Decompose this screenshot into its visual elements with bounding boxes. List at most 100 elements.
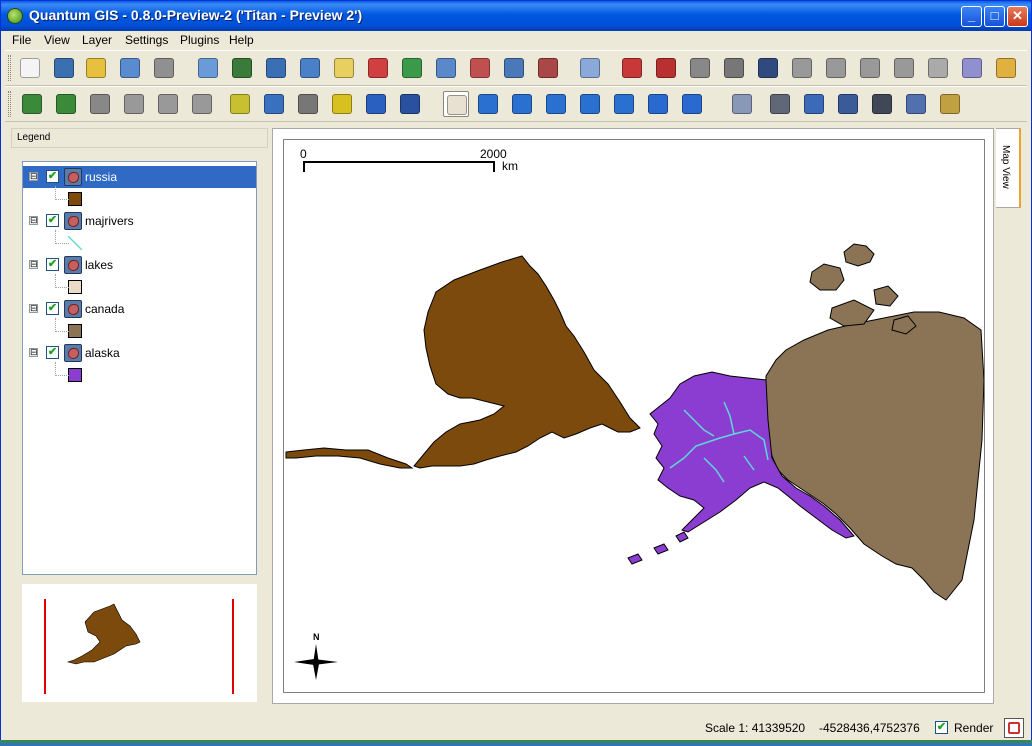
title-bar[interactable]: Quantum GIS - 0.8.0-Preview-2 ('Titan - … (1, 1, 1031, 31)
new-project-button[interactable] (17, 55, 43, 81)
back-icon (648, 94, 668, 114)
move-feature-button[interactable] (755, 55, 781, 81)
tab-map-view[interactable]: Map View (996, 128, 1021, 208)
print-button[interactable] (151, 55, 177, 81)
refresh-button[interactable] (679, 91, 705, 117)
legend-layer-canada[interactable]: ⊟ ✔ canada (23, 298, 256, 320)
legend-layer-russia[interactable]: ⊟ ✔ russia (23, 166, 256, 188)
layer-visibility-checkbox[interactable]: ✔ (46, 170, 59, 183)
digitize-line-button[interactable] (653, 55, 679, 81)
hide-all-button[interactable] (535, 55, 561, 81)
plugin-scalebar-button[interactable] (155, 91, 181, 117)
plugin-delimited-button[interactable] (227, 91, 253, 117)
user-group-button[interactable] (937, 91, 963, 117)
north-arrow-button[interactable] (363, 91, 389, 117)
maximize-button[interactable]: □ (984, 6, 1005, 27)
add-raster-button[interactable] (195, 55, 221, 81)
layer-star-button[interactable] (433, 55, 459, 81)
plugin-copyright-button[interactable] (121, 91, 147, 117)
map-view-tab-label: Map View (1000, 145, 1011, 189)
map-tips-button[interactable] (869, 91, 895, 117)
plugin-graticule-button[interactable] (329, 91, 355, 117)
new-vector-button[interactable] (331, 55, 357, 81)
add-raster-alt-button[interactable] (229, 55, 255, 81)
expand-toggle[interactable]: ⊟ (29, 348, 38, 357)
plugin-georef-icon (56, 94, 76, 114)
expand-toggle[interactable]: ⊟ (29, 216, 38, 225)
menu-file[interactable]: File (12, 33, 31, 47)
zoom-out-button[interactable] (509, 91, 535, 117)
plugin-north-button[interactable] (189, 91, 215, 117)
expand-toggle[interactable]: ⊟ (29, 260, 38, 269)
zoom-last-button[interactable] (611, 91, 637, 117)
map-canvas[interactable]: 0 2000 km N (283, 139, 985, 693)
attribute-table-button[interactable] (801, 91, 827, 117)
scale-display: Scale 1: 41339520 (705, 721, 806, 735)
legend-layer-majrivers[interactable]: ⊟ ✔ majrivers (23, 210, 256, 232)
remove-layer-button[interactable] (365, 55, 391, 81)
delete-vertex-button[interactable] (857, 55, 883, 81)
refresh-layers-button[interactable] (399, 55, 425, 81)
layer-visibility-checkbox[interactable]: ✔ (46, 346, 59, 359)
scale-bar-button[interactable] (397, 91, 423, 117)
add-wms-button[interactable] (297, 55, 323, 81)
plugin-grid-button[interactable] (19, 91, 45, 117)
copy-button[interactable] (959, 55, 985, 81)
select-button[interactable] (767, 91, 793, 117)
expand-toggle[interactable]: ⊟ (29, 172, 38, 181)
show-all-button[interactable] (501, 55, 527, 81)
layer-remove-button[interactable] (467, 55, 493, 81)
paste-button[interactable] (993, 55, 1019, 81)
save-project-button[interactable] (51, 55, 77, 81)
overview-map[interactable] (22, 584, 257, 702)
window-title: Quantum GIS - 0.8.0-Preview-2 ('Titan - … (29, 7, 363, 23)
expand-toggle[interactable]: ⊟ (29, 304, 38, 313)
toolbar-grip[interactable] (8, 91, 11, 117)
layer-name: russia (85, 170, 118, 184)
move-vertex-button[interactable] (891, 55, 917, 81)
plugin-georef-button[interactable] (53, 91, 79, 117)
tree-connector (55, 243, 69, 244)
plugin-gps-button[interactable] (295, 91, 321, 117)
legend-layer-alaska[interactable]: ⊟ ✔ alaska (23, 342, 256, 364)
capture-button[interactable] (577, 55, 603, 81)
menu-layer[interactable]: Layer (82, 33, 112, 47)
add-user-button[interactable] (903, 91, 929, 117)
layer-visibility-checkbox[interactable]: ✔ (46, 258, 59, 271)
legend-layer-lakes[interactable]: ⊟ ✔ lakes (23, 254, 256, 276)
menu-settings[interactable]: Settings (125, 33, 168, 47)
legend-tree[interactable]: ⊟ ✔ russia ⊟ ✔ majrivers ⊟ ✔ lakes ⊟ ✔ canada ⊟ ✔ alas… (22, 161, 257, 575)
layer-visibility-checkbox[interactable]: ✔ (46, 214, 59, 227)
map-frame: 0 2000 km N (272, 128, 994, 704)
add-postgis-button[interactable] (263, 55, 289, 81)
back-button[interactable] (645, 91, 671, 117)
new-vector-icon (334, 58, 354, 78)
add-vertex-button[interactable] (823, 55, 849, 81)
close-button[interactable]: ✕ (1007, 6, 1028, 27)
plugin-tools-button[interactable] (87, 91, 113, 117)
stop-render-button[interactable] (1004, 718, 1024, 738)
menu-help[interactable]: Help (229, 33, 254, 47)
minimize-button[interactable]: _ (961, 6, 982, 27)
save-as-button[interactable] (83, 55, 109, 81)
identify-button[interactable] (729, 91, 755, 117)
zoom-in-button[interactable] (475, 91, 501, 117)
zoom-layer-button[interactable] (577, 91, 603, 117)
plugin-globe-button[interactable] (261, 91, 287, 117)
render-checkbox[interactable]: ✔ (935, 721, 948, 734)
menu-view[interactable]: View (44, 33, 70, 47)
map-navigation-toolbar (5, 86, 1027, 122)
split-feature-button[interactable] (789, 55, 815, 81)
open-project-button[interactable] (117, 55, 143, 81)
digitize-point-button[interactable] (619, 55, 645, 81)
measure-button[interactable] (835, 91, 861, 117)
zoom-full-button[interactable] (543, 91, 569, 117)
digitize-polygon-button[interactable] (687, 55, 713, 81)
menu-plugins[interactable]: Plugins (180, 33, 219, 47)
delete-feature-button[interactable] (721, 55, 747, 81)
pan-button[interactable] (443, 91, 469, 117)
layer-visibility-checkbox[interactable]: ✔ (46, 302, 59, 315)
cut-button[interactable] (925, 55, 951, 81)
toolbar-grip[interactable] (8, 55, 11, 81)
split-feature-icon (792, 58, 812, 78)
